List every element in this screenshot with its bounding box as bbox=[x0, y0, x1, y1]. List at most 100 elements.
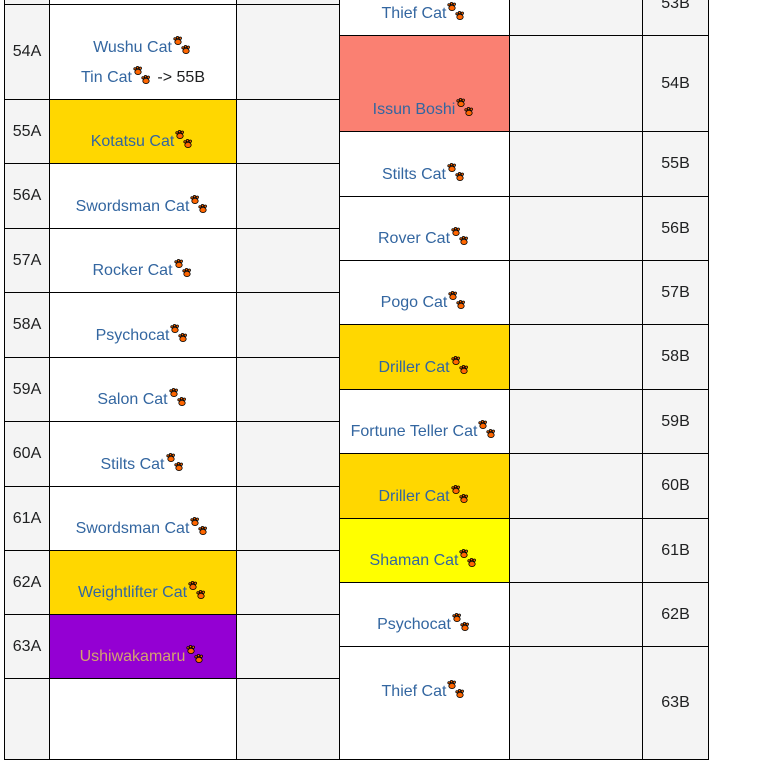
cat-link[interactable]: Swordsman Cat bbox=[76, 520, 190, 537]
empty-cell bbox=[236, 357, 340, 422]
cat-cell: Psychocat bbox=[339, 582, 510, 647]
paw-print-icon bbox=[447, 162, 467, 183]
cat-link[interactable]: Ushiwakamaru bbox=[80, 648, 186, 665]
cat-link[interactable]: Fortune Teller Cat bbox=[351, 423, 478, 440]
stage-label: 54B bbox=[661, 74, 690, 92]
cat-link[interactable]: Stilts Cat bbox=[382, 166, 446, 183]
row-label: 61B bbox=[642, 518, 709, 583]
stage-label: 57A bbox=[12, 251, 42, 269]
cat-link[interactable]: Stilts Cat bbox=[100, 456, 164, 473]
cat-cell bbox=[49, 678, 237, 760]
cat-link[interactable]: Driller Cat bbox=[378, 359, 449, 376]
cat-cell: Shaman Cat bbox=[339, 518, 510, 583]
cat-link[interactable]: Psychocat bbox=[377, 616, 451, 633]
stage-label: 63B bbox=[661, 694, 690, 711]
row-label: 55A bbox=[4, 99, 50, 164]
stage-label: 62B bbox=[661, 605, 690, 623]
cat-cell: Salon Cat bbox=[49, 357, 237, 422]
row-label: 58A bbox=[4, 292, 50, 358]
stage-label: 62A bbox=[12, 573, 42, 591]
empty-cell bbox=[509, 260, 643, 325]
cat-cell: Rocker Cat bbox=[49, 228, 237, 293]
cat-link[interactable]: Thief Cat bbox=[382, 683, 447, 700]
stage-label: 60B bbox=[661, 477, 690, 494]
cat-entry: Pogo Cat bbox=[381, 288, 469, 318]
empty-cell bbox=[509, 453, 643, 519]
row-label: 62B bbox=[642, 582, 709, 647]
cat-cell: Fortune Teller Cat bbox=[339, 389, 510, 454]
cat-cell: Weightlifter Cat bbox=[49, 550, 237, 615]
stage-label: 61B bbox=[661, 541, 690, 559]
cat-link[interactable]: Issun Boshi bbox=[373, 101, 456, 118]
paw-print-icon bbox=[175, 129, 195, 150]
cat-entry: Thief Cat bbox=[382, 677, 468, 707]
cat-link[interactable]: Rocker Cat bbox=[92, 262, 172, 279]
empty-cell bbox=[236, 163, 340, 229]
cat-entry: Rover Cat bbox=[378, 224, 471, 254]
paw-print-icon bbox=[169, 387, 189, 408]
paw-print-icon bbox=[459, 548, 479, 569]
paw-print-icon bbox=[452, 612, 472, 633]
row-label bbox=[4, 678, 50, 760]
cat-cell: Driller Cat bbox=[339, 453, 510, 519]
stage-label: 53B bbox=[661, 0, 690, 12]
row-label: 53B bbox=[642, 0, 709, 36]
cat-link[interactable]: Weightlifter Cat bbox=[78, 584, 187, 601]
cat-cell: Kotatsu Cat bbox=[49, 99, 237, 164]
row-label: 56B bbox=[642, 196, 709, 261]
cat-cell: Thief Cat bbox=[339, 0, 510, 36]
cat-link[interactable]: Rover Cat bbox=[378, 230, 450, 247]
row-label: 59B bbox=[642, 389, 709, 454]
cat-link[interactable]: Pogo Cat bbox=[381, 294, 448, 311]
cat-cell: Issun Boshi bbox=[339, 35, 510, 132]
paw-print-icon bbox=[448, 290, 468, 311]
row-label: 56A bbox=[4, 163, 50, 229]
row-label: 63A bbox=[4, 614, 50, 679]
paw-print-icon bbox=[478, 419, 498, 440]
empty-cell bbox=[509, 389, 643, 454]
paw-print-icon bbox=[450, 484, 471, 505]
cat-link[interactable]: Kotatsu Cat bbox=[91, 133, 175, 150]
row-label: 62A bbox=[4, 550, 50, 615]
empty-cell bbox=[236, 99, 340, 164]
stage-label: 54A bbox=[12, 43, 42, 60]
cat-entry: Psychocat bbox=[96, 321, 191, 351]
cat-entry: Driller Cat bbox=[378, 482, 470, 512]
cat-cell: Wushu Cat Tin Cat -> 55B bbox=[49, 4, 237, 100]
cat-cell: Ushiwakamaru bbox=[49, 614, 237, 679]
empty-cell bbox=[236, 421, 340, 487]
cat-link[interactable]: Thief Cat bbox=[382, 5, 447, 22]
paw-print-icon bbox=[173, 35, 193, 56]
stage-label: 59A bbox=[12, 380, 42, 398]
cat-entry: Salon Cat bbox=[97, 385, 188, 415]
cat-link[interactable]: Swordsman Cat bbox=[76, 198, 190, 215]
cat-entry: Kotatsu Cat bbox=[91, 127, 196, 157]
cat-cell: Swordsman Cat bbox=[49, 486, 237, 551]
paw-print-icon bbox=[170, 323, 190, 344]
empty-cell bbox=[236, 550, 340, 615]
stage-label: 56A bbox=[12, 187, 42, 204]
empty-cell bbox=[236, 228, 340, 293]
paw-print-icon bbox=[173, 258, 194, 279]
empty-cell bbox=[509, 35, 643, 132]
stage-label: 60A bbox=[12, 445, 42, 462]
paw-print-icon bbox=[450, 355, 471, 376]
cat-link[interactable]: Wushu Cat bbox=[93, 39, 172, 56]
destination-text: -> 55B bbox=[152, 69, 205, 86]
cat-link[interactable]: Tin Cat bbox=[81, 69, 132, 86]
cat-link[interactable]: Driller Cat bbox=[378, 488, 449, 505]
stage-label: 59B bbox=[661, 412, 690, 430]
row-label: 60A bbox=[4, 421, 50, 487]
row-label: 61A bbox=[4, 486, 50, 551]
row-label: 57B bbox=[642, 260, 709, 325]
cat-cell: Psychocat bbox=[49, 292, 237, 358]
paw-print-icon bbox=[190, 516, 210, 537]
cat-link[interactable]: Salon Cat bbox=[97, 391, 167, 408]
empty-cell bbox=[236, 678, 340, 760]
stage-label: 58A bbox=[12, 316, 42, 333]
cat-cell: Driller Cat bbox=[339, 324, 510, 390]
cat-entry: Thief Cat bbox=[382, 0, 468, 29]
cat-link[interactable]: Shaman Cat bbox=[370, 552, 459, 569]
cat-cell: Thief Cat bbox=[339, 646, 510, 760]
cat-link[interactable]: Psychocat bbox=[96, 327, 170, 344]
